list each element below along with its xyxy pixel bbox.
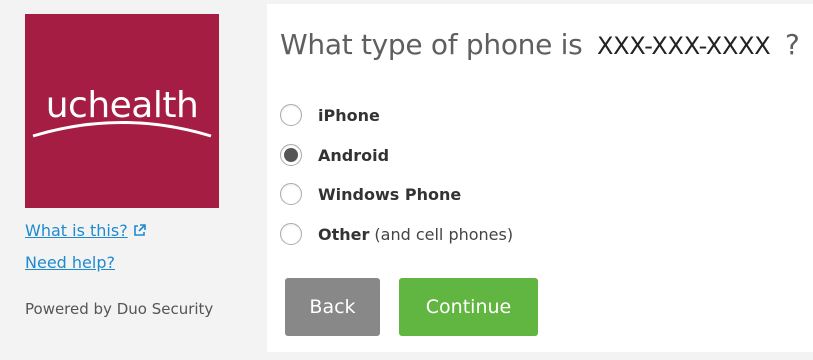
phone-number: XXX-XXX-XXXX xyxy=(597,32,771,60)
question-prefix: What type of phone is xyxy=(280,28,583,61)
phone-type-panel: What type of phone is XXX-XXX-XXXX ? iPh… xyxy=(267,4,813,352)
what-is-this-label: What is this? xyxy=(25,221,128,240)
option-label: Other xyxy=(318,224,370,244)
radio-iphone[interactable] xyxy=(280,104,302,126)
continue-button[interactable]: Continue xyxy=(399,278,538,336)
option-label: iPhone xyxy=(318,105,380,125)
option-sublabel: (and cell phones) xyxy=(374,224,514,244)
what-is-this-link[interactable]: What is this? xyxy=(25,221,146,240)
external-link-icon xyxy=(133,224,146,236)
question-suffix: ? xyxy=(784,28,800,61)
need-help-link[interactable]: Need help? xyxy=(25,253,115,272)
radio-android[interactable] xyxy=(280,144,302,166)
uchealth-logo: uchealth xyxy=(25,14,219,208)
back-button[interactable]: Back xyxy=(285,278,380,336)
option-label: Windows Phone xyxy=(318,184,462,204)
sidebar: uchealth What is this? Need help? Powere… xyxy=(0,0,260,360)
powered-by-text: Powered by Duo Security xyxy=(25,300,214,318)
radio-other[interactable] xyxy=(280,223,302,245)
radio-windows-phone[interactable] xyxy=(280,183,302,205)
option-iphone[interactable]: iPhone xyxy=(280,102,380,128)
logo-arc-icon xyxy=(32,121,212,138)
option-android[interactable]: Android xyxy=(280,142,389,168)
option-windows-phone[interactable]: Windows Phone xyxy=(280,181,461,207)
page-title: What type of phone is XXX-XXX-XXXX ? xyxy=(280,28,800,61)
option-other[interactable]: Other (and cell phones) xyxy=(280,221,513,247)
option-label: Android xyxy=(318,145,390,165)
